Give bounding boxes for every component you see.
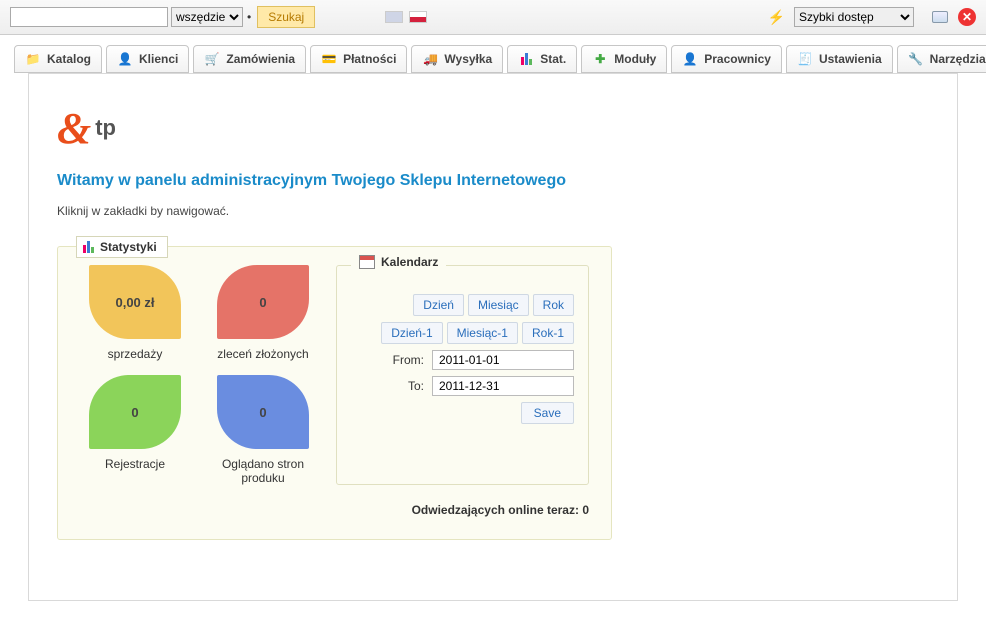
content: & tp Witamy w panelu administracyjnym Tw… (29, 74, 957, 600)
stats-grid: 0,00 zł sprzedaży 0 zleceń złożonych 0 R… (80, 265, 318, 485)
tab-label: Wysyłka (444, 52, 492, 66)
visitors-label: Odwiedzających online teraz: (412, 503, 579, 517)
calendar-icon (359, 255, 375, 269)
stat-sales: 0,00 zł sprzedaży (80, 265, 190, 361)
cal-btn-day[interactable]: Dzień (413, 294, 464, 316)
chart-icon (518, 51, 534, 67)
tab-wysylka[interactable]: 🚚 Wysyłka (411, 45, 503, 73)
stat-orders-label: zleceń złożonych (208, 347, 318, 361)
calendar-row1: Dzień Miesiąc Rok (413, 294, 574, 316)
stat-registrations: 0 Rejestracje (80, 375, 190, 485)
tab-label: Zamówienia (226, 52, 295, 66)
truck-icon: 🚚 (422, 51, 438, 67)
stat-orders: 0 zleceń złożonych (208, 265, 318, 361)
content-outer: & tp Witamy w panelu administracyjnym Tw… (28, 73, 958, 601)
calendar-title: Kalendarz (381, 255, 438, 269)
user-icon: 👤 (117, 51, 133, 67)
search-input[interactable] (10, 7, 168, 27)
nav-tabs: 📁 Katalog 👤 Klienci 🛒 Zamówienia 💳 Płatności… (14, 45, 972, 73)
tab-moduly[interactable]: ✚ Moduły (581, 45, 667, 73)
stat-sales-label: sprzedaży (80, 347, 190, 361)
visitors-value: 0 (582, 503, 589, 517)
top-bar: wszędzie • Szukaj ⚡ Szybki dostęp ✕ (0, 0, 986, 35)
page-title: Witamy w panelu administracyjnym Twojego… (57, 172, 929, 190)
search-button[interactable]: Szukaj (257, 6, 315, 28)
tab-label: Narzędzia (930, 52, 986, 66)
keyboard-icon[interactable] (932, 11, 948, 23)
settings-icon: 🧾 (797, 51, 813, 67)
tab-zamowienia[interactable]: 🛒 Zamówienia (193, 45, 306, 73)
close-icon[interactable]: ✕ (958, 8, 976, 26)
tab-katalog[interactable]: 📁 Katalog (14, 45, 102, 73)
dropdown-dot: • (247, 10, 251, 24)
stat-sales-value: 0,00 zł (89, 265, 181, 339)
quick-access-select[interactable]: Szybki dostęp (794, 7, 914, 27)
from-label: From: (393, 353, 424, 367)
to-input[interactable] (432, 376, 574, 396)
flag-pl-icon[interactable] (409, 11, 427, 23)
stat-pageviews-value: 0 (217, 375, 309, 449)
flag-uk-icon[interactable] (385, 11, 403, 23)
folder-icon: 📁 (25, 51, 41, 67)
cart-icon: 🛒 (204, 51, 220, 67)
logo-text: tp (95, 115, 116, 141)
calendar-panel: Kalendarz Dzień Miesiąc Rok Dzień-1 Mies… (336, 265, 589, 485)
tab-platnosci[interactable]: 💳 Płatności (310, 45, 407, 73)
to-label: To: (408, 379, 424, 393)
tab-label: Klienci (139, 52, 178, 66)
stats-icon (83, 241, 94, 253)
tab-narzedzia[interactable]: 🔧 Narzędzia (897, 45, 986, 73)
tab-label: Katalog (47, 52, 91, 66)
stats-legend: Statystyki (76, 236, 168, 258)
puzzle-icon: ✚ (592, 51, 608, 67)
wrench-icon: 🔧 (908, 51, 924, 67)
tab-klienci[interactable]: 👤 Klienci (106, 45, 189, 73)
calendar-legend: Kalendarz (351, 255, 446, 269)
cal-btn-year-1[interactable]: Rok-1 (522, 322, 574, 344)
tab-label: Stat. (540, 52, 566, 66)
search-scope-select[interactable]: wszędzie (171, 7, 243, 27)
cal-btn-year[interactable]: Rok (533, 294, 574, 316)
cal-btn-day-1[interactable]: Dzień-1 (381, 322, 442, 344)
page-subtitle: Kliknij w zakładki by nawigować. (57, 204, 929, 218)
stats-panel: Statystyki 0,00 zł sprzedaży 0 zleceń zł… (57, 246, 612, 540)
tab-stat[interactable]: Stat. (507, 45, 577, 73)
employee-icon: 👤 (682, 51, 698, 67)
from-input[interactable] (432, 350, 574, 370)
bolt-icon: ⚡ (768, 9, 785, 26)
cal-btn-month-1[interactable]: Miesiąc-1 (447, 322, 518, 344)
visitors-online: Odwiedzających online teraz: 0 (80, 503, 589, 517)
tab-label: Ustawienia (819, 52, 882, 66)
stat-pageviews: 0 Oglądano stron produku (208, 375, 318, 485)
calendar-row2: Dzień-1 Miesiąc-1 Rok-1 (381, 322, 574, 344)
save-button[interactable]: Save (521, 402, 574, 424)
nav-tabs-wrap: 📁 Katalog 👤 Klienci 🛒 Zamówienia 💳 Płatności… (0, 35, 986, 601)
tab-label: Płatności (343, 52, 396, 66)
tab-label: Pracownicy (704, 52, 771, 66)
logo: & tp (57, 98, 147, 158)
cal-btn-month[interactable]: Miesiąc (468, 294, 529, 316)
language-flags (385, 11, 427, 23)
stat-orders-value: 0 (217, 265, 309, 339)
stats-title: Statystyki (100, 240, 157, 254)
stat-pageviews-label: Oglądano stron produku (208, 457, 318, 485)
stat-registrations-value: 0 (89, 375, 181, 449)
card-icon: 💳 (321, 51, 337, 67)
tab-pracownicy[interactable]: 👤 Pracownicy (671, 45, 782, 73)
tab-ustawienia[interactable]: 🧾 Ustawienia (786, 45, 893, 73)
tab-label: Moduły (614, 52, 656, 66)
stat-registrations-label: Rejestracje (80, 457, 190, 471)
